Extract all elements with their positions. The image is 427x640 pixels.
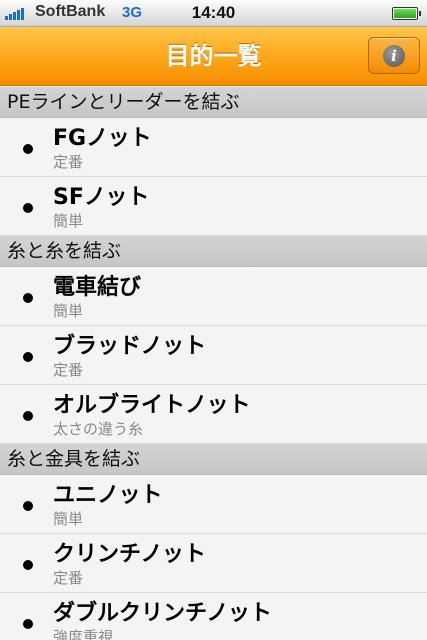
list-item-title: SFノット [53, 185, 150, 210]
bullet-icon [23, 411, 33, 421]
purpose-list: PEラインとリーダーを結ぶ FGノット 定番 SFノット 簡単 糸と糸を結ぶ 電… [0, 87, 427, 640]
list-item-blood-knot[interactable]: ブラッドノット 定番 [0, 326, 427, 385]
list-item-subtitle: 簡単 [53, 212, 84, 230]
list-item-title: ユニノット [53, 483, 163, 508]
navigation-bar: 目的一覧 i [0, 27, 427, 86]
section-header: 糸と金具を結ぶ [0, 444, 427, 475]
list-item-title: ブラッドノット [53, 334, 207, 359]
list-item-fg-knot[interactable]: FGノット 定番 [0, 118, 427, 177]
bullet-icon [23, 352, 33, 362]
info-button[interactable]: i [368, 37, 420, 74]
list-item-sf-knot[interactable]: SFノット 簡単 [0, 177, 427, 236]
bullet-icon [23, 144, 33, 154]
list-item-subtitle: 簡単 [53, 302, 84, 320]
bullet-icon [23, 293, 33, 303]
list-item-subtitle: 定番 [53, 361, 84, 379]
list-item-densha-musubi[interactable]: 電車結び 簡単 [0, 267, 427, 326]
status-bar: SoftBank 3G 14:40 [0, 0, 427, 27]
bullet-icon [23, 619, 33, 629]
list-item-title: オルブライトノット [53, 393, 251, 418]
section-header: 糸と糸を結ぶ [0, 236, 427, 267]
list-item-uni-knot[interactable]: ユニノット 簡単 [0, 475, 427, 534]
list-item-title: ダブルクリンチノット [53, 601, 272, 626]
battery-level [394, 9, 416, 18]
list-item-subtitle: 強度重視 [53, 628, 114, 640]
list-item-subtitle: 簡単 [53, 510, 84, 528]
list-item-albright-knot[interactable]: オルブライトノット 太さの違う糸 [0, 385, 427, 444]
list-item-title: FGノット [53, 126, 152, 151]
list-item-title: クリンチノット [53, 542, 206, 567]
section-header: PEラインとリーダーを結ぶ [0, 87, 427, 118]
bullet-icon [23, 501, 33, 511]
status-time: 14:40 [191, 3, 236, 22]
info-icon: i [383, 45, 405, 67]
list-item-title: 電車結び [53, 275, 142, 300]
list-item-clinch-knot[interactable]: クリンチノット 定番 [0, 534, 427, 593]
list-item-subtitle: 太さの違う糸 [53, 420, 144, 438]
bullet-icon [23, 203, 33, 213]
bullet-icon [23, 560, 33, 570]
battery-icon [392, 7, 421, 20]
list-item-subtitle: 定番 [53, 153, 84, 171]
list-item-double-clinch-knot[interactable]: ダブルクリンチノット 強度重視 [0, 593, 427, 640]
list-item-subtitle: 定番 [53, 569, 84, 587]
page-title: 目的一覧 [165, 42, 262, 70]
